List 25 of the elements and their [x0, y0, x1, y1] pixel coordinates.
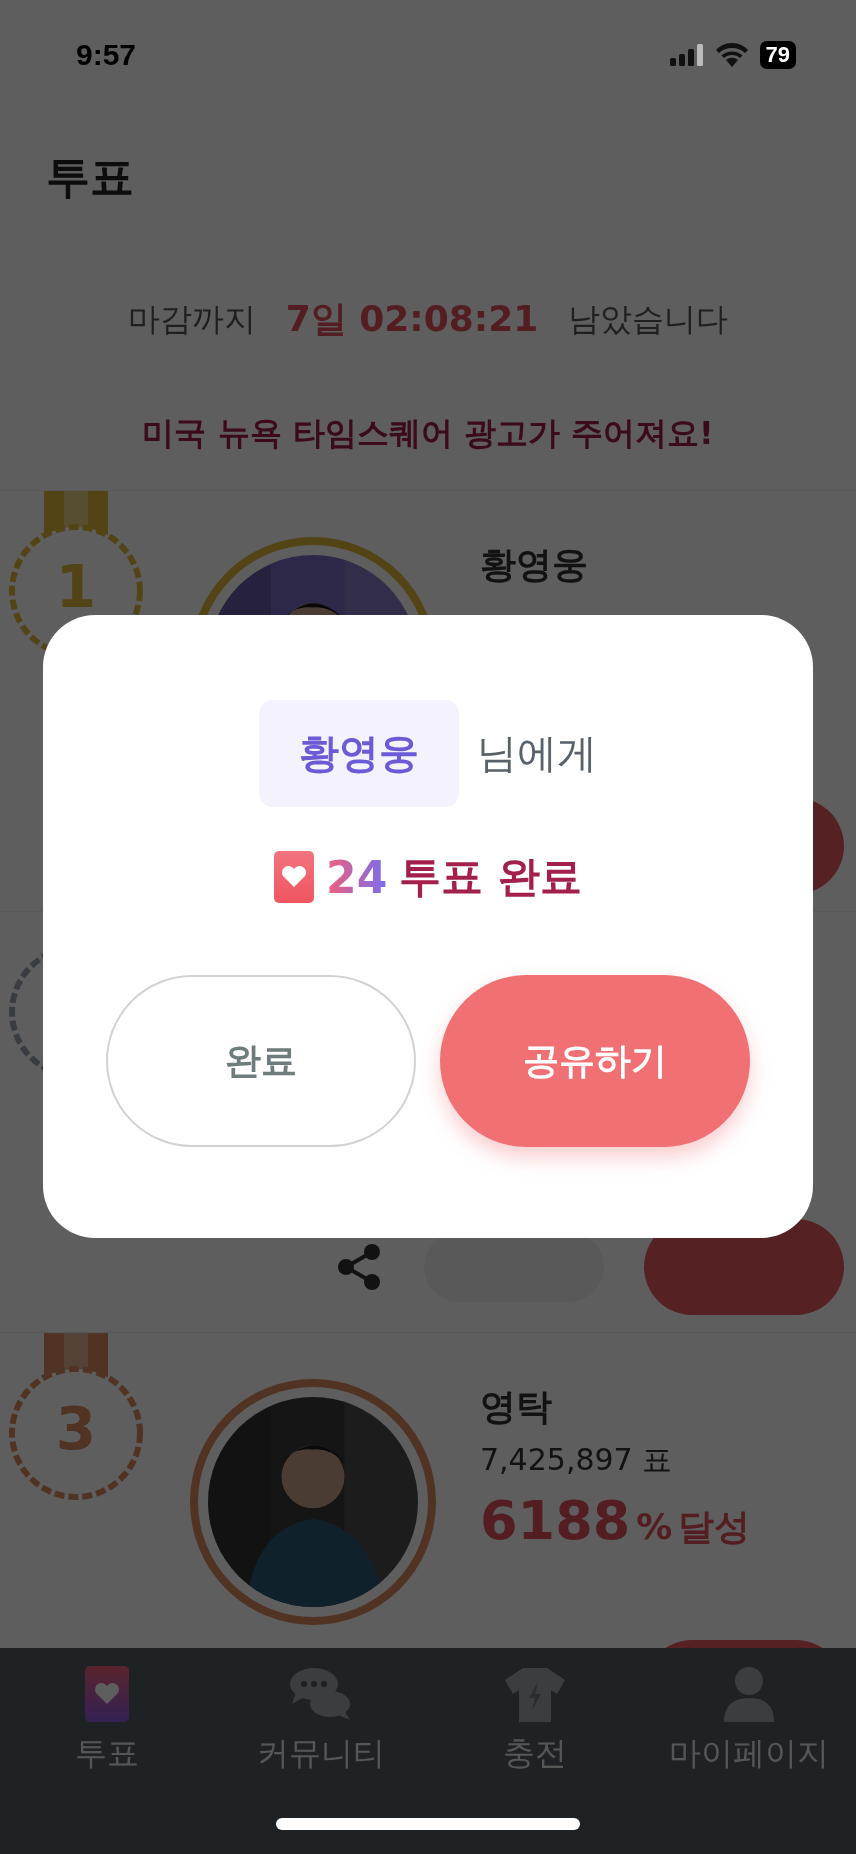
recipient-suffix: 님에게 [477, 729, 597, 778]
recipient-name: 황영웅 [259, 700, 459, 807]
chat-bubbles-icon [290, 1666, 352, 1722]
shirt-icon [505, 1666, 565, 1722]
countdown-time: 7일 02:08:21 [285, 297, 539, 341]
vote-complete-text: 투표 완료 [399, 851, 582, 903]
status-time: 9:57 [76, 38, 137, 72]
percent-sign: % [636, 1506, 673, 1547]
achievement-percent: 6188 [480, 1489, 631, 1552]
person-icon [724, 1666, 774, 1722]
heart-card-icon [85, 1666, 129, 1722]
countdown-suffix: 남았습니다 [568, 298, 729, 340]
signal-icon [669, 44, 704, 66]
share-button[interactable]: 공유하기 [440, 975, 750, 1147]
achievement-label: 달성 [678, 1505, 751, 1549]
candidate-name: 영탁 [480, 1385, 553, 1429]
done-button[interactable]: 완료 [106, 975, 416, 1147]
heart-card-icon [274, 851, 315, 903]
battery-level: 79 [759, 41, 796, 69]
wifi-icon [715, 43, 748, 67]
countdown-label: 마감까지 [127, 298, 256, 340]
vote-count: 7,425,897 표 [480, 1441, 674, 1479]
candidate-name: 황영웅 [480, 543, 588, 587]
notice-text: 미국 뉴욕 타임스퀘어 광고가 주어져요! [142, 413, 714, 454]
page-title: 투표 [46, 150, 135, 204]
